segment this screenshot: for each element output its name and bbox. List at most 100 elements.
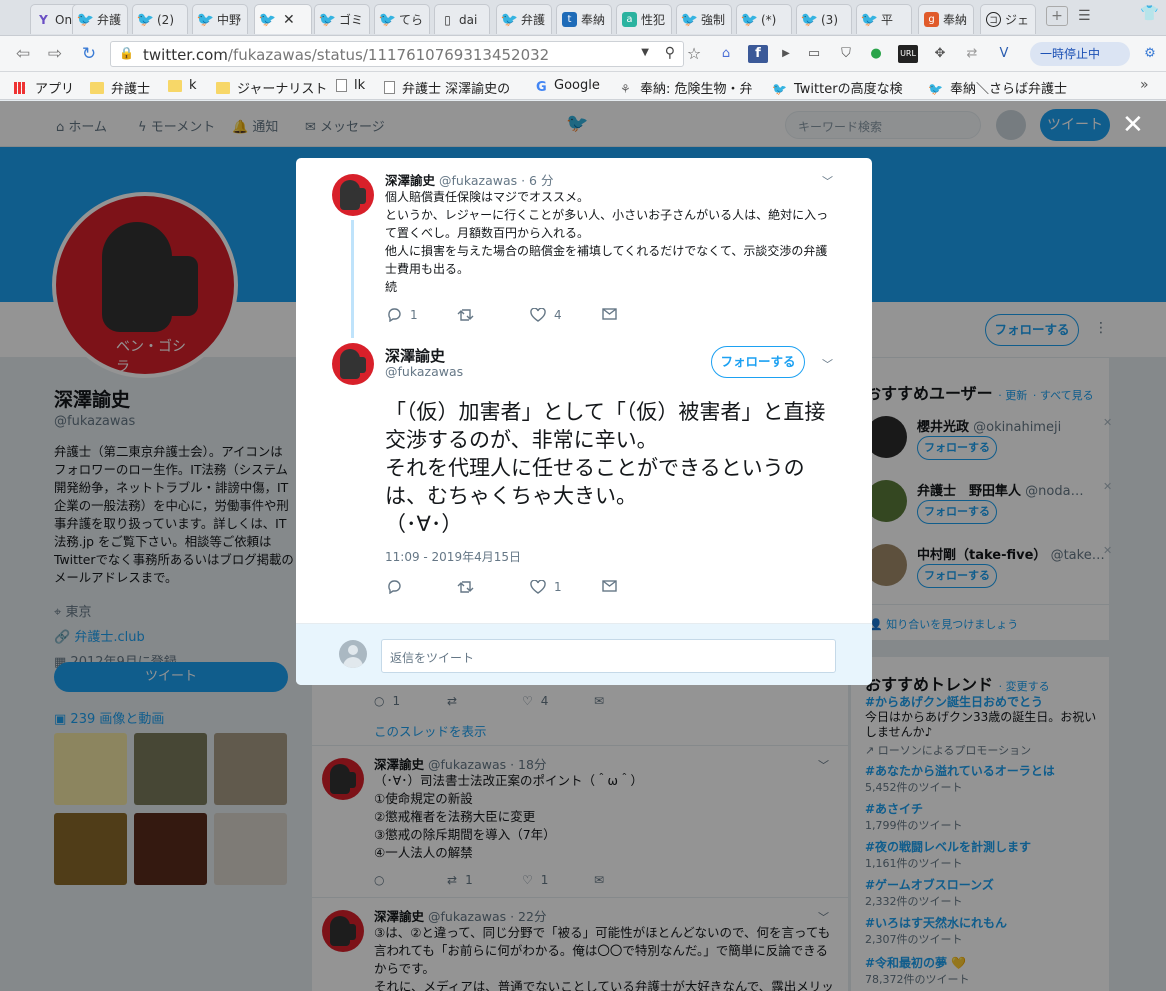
twitter-icon: 🐦 (800, 11, 819, 28)
new-tab-button[interactable]: + (1046, 6, 1068, 26)
browser-toolbar: ⇦ ⇨ ↻ 🔒 twitter.com/fukazawas/status/111… (0, 36, 1166, 72)
site-icon: a (622, 12, 637, 27)
browser-menu-icon[interactable]: ⚙ (1140, 45, 1160, 63)
reader-icon[interactable]: ▭ (804, 45, 824, 63)
zoom-icon[interactable]: ⚲ (665, 45, 675, 61)
vivaldi-icon[interactable]: V (994, 45, 1014, 63)
reply-input[interactable]: 返信をツイート (381, 639, 836, 673)
tweet-permalink-modal: 深澤諭史 @fukazawas · 6 分 ﹀ 個人賠償責任保険はマジでオススメ… (296, 158, 872, 685)
browser-tab-label: 弁護 (97, 13, 122, 27)
browser-tab[interactable]: 🐦 弁護 (72, 4, 128, 34)
browser-tab[interactable]: ▯ dai (434, 4, 490, 34)
browser-tab[interactable]: 🐦 (3) (796, 4, 852, 34)
back-arrow-icon[interactable]: ⇦ (12, 44, 34, 64)
bookmark-label: k (189, 78, 197, 93)
browser-tab[interactable]: a 性犯 (616, 4, 672, 34)
close-icon[interactable]: ✕ (1122, 112, 1144, 138)
browser-tab-strip: Y One 🐦 弁護 🐦 (2) 🐦 中野 🐦 ✕ 🐦 ゴミ 🐦 てら ▯ dai 🐦 弁護 t 奉納 a 性犯 🐦 強制 🐦(… (0, 0, 1166, 36)
close-tab-icon[interactable]: ✕ (283, 12, 295, 28)
tab-menu-icon[interactable]: ☰ (1078, 8, 1091, 24)
lock-icon: 🔒 (119, 46, 134, 60)
twitter-icon: 🐦 (928, 81, 943, 96)
bookmark-item[interactable]: 🐦 奉納＼さらば弁護士 (928, 78, 1068, 98)
theme-icon[interactable]: 👕 (1140, 4, 1159, 22)
main-tweet-text: 「（仮）加害者」として「（仮）被害者」と直接交渉するのが、非常に辛い。 それを代… (385, 400, 826, 536)
tweet-author-name[interactable]: 深澤諭史 (385, 345, 445, 366)
bookmark-label: 奉納: 危険生物・弁 (640, 82, 753, 97)
bookmark-item[interactable]: 弁護士 深澤諭史の (384, 78, 510, 97)
browser-tab[interactable]: 🐦 平 (856, 4, 912, 34)
bookmark-label: Twitterの高度な検 (794, 82, 903, 97)
browser-tab-label: 奉納 (943, 13, 968, 27)
home-icon[interactable]: ⌂ (716, 45, 736, 63)
reload-icon[interactable]: ↻ (78, 44, 100, 64)
chevron-down-icon[interactable]: ﹀ (822, 173, 833, 189)
bookmark-icon[interactable]: ⛉ (836, 45, 856, 63)
browser-tab[interactable]: 🐦 (*) (736, 4, 792, 34)
bookmark-item[interactable]: 弁護士 (90, 78, 150, 97)
bookmark-star-icon[interactable]: ☆ (684, 45, 704, 63)
document-icon (336, 79, 347, 92)
browser-tab[interactable]: t 奉納 (556, 4, 612, 34)
bookmarks-bar: アプリ 弁護士 k ジャーナリスト lk 弁護士 深澤諭史の G Google ⚘ 奉納: 危険生… (0, 72, 1166, 100)
site-icon: ⚘ (620, 81, 631, 96)
twitter-icon: 🐦 (680, 11, 699, 28)
bookmark-item[interactable]: ジャーナリスト (216, 78, 327, 97)
bookmark-item[interactable]: ⚘ 奉納: 危険生物・弁 (620, 78, 753, 98)
tweet-timestamp[interactable]: 11:09 - 2019年4月15日 (385, 548, 521, 565)
like-action[interactable]: 1 (530, 580, 562, 594)
like-action[interactable]: 4 (530, 308, 562, 322)
sync-paused-button[interactable]: 一時停止中 (1030, 42, 1130, 66)
site-icon: g (924, 12, 939, 27)
browser-tab[interactable]: 🐦 中野 (192, 4, 248, 34)
browser-tab-label: (2) (157, 12, 174, 27)
browser-tab[interactable]: コジェ (980, 4, 1036, 34)
browser-tab[interactable]: 🐦 ✕ (254, 4, 312, 34)
tweet-avatar[interactable] (332, 174, 374, 216)
tweet-author-handle[interactable]: @fukazawas (385, 364, 463, 379)
dm-action[interactable] (602, 308, 625, 320)
shuffle-icon[interactable]: ⇄ (962, 45, 982, 63)
browser-tab[interactable]: 🐦 強制 (676, 4, 732, 34)
browser-tab-label: 奉納 (581, 13, 606, 27)
bookmark-item[interactable]: アプリ (14, 78, 74, 97)
twitter-icon: 🐦 (860, 11, 879, 28)
move-icon[interactable]: ✥ (930, 45, 950, 63)
browser-tab-label: dai (459, 12, 478, 27)
bookmark-item[interactable]: k (168, 78, 197, 93)
browser-tab[interactable]: g 奉納 (918, 4, 974, 34)
reply-bar: 返信をツイート (296, 623, 872, 685)
bookmark-label: 奉納＼さらば弁護士 (950, 82, 1068, 97)
browser-tab[interactable]: 🐦 てら (374, 4, 430, 34)
bookmark-item[interactable]: 🐦 Twitterの高度な検 (772, 78, 903, 98)
reply-action[interactable] (387, 580, 410, 594)
document-icon (384, 81, 395, 94)
url-dropdown-icon[interactable]: ▼ (641, 47, 649, 58)
url-shortener-icon[interactable]: URL (898, 45, 918, 63)
evernote-icon[interactable]: ● (866, 45, 886, 63)
bookmark-item[interactable]: lk (336, 78, 365, 93)
browser-tab-label: 中野 (217, 13, 242, 27)
retweet-action[interactable] (457, 308, 482, 322)
tweet-avatar[interactable] (332, 343, 374, 385)
retweet-action[interactable] (457, 580, 482, 594)
dm-action[interactable] (602, 580, 625, 592)
more-bookmarks-icon[interactable]: » (1140, 77, 1149, 93)
browser-tab[interactable]: 🐦 (2) (132, 4, 188, 34)
browser-tab-label: てら (399, 13, 424, 27)
extension-arrow-icon[interactable]: ▶ (776, 45, 796, 63)
tweet-text: 個人賠償責任保険はマジでオススメ。 というか、レジャーに行くことが多い人、小さい… (385, 190, 829, 294)
chevron-down-icon[interactable]: ﹀ (822, 356, 833, 372)
reply-action[interactable]: 1 (387, 308, 418, 322)
address-bar[interactable]: 🔒 twitter.com/fukazawas/status/111761076… (110, 41, 684, 67)
follow-button[interactable]: フォローする (711, 346, 805, 378)
forward-arrow-icon[interactable]: ⇨ (44, 44, 66, 64)
bookmark-item[interactable]: G Google (536, 78, 600, 95)
browser-tab[interactable]: 🐦 弁護 (496, 4, 552, 34)
twitter-icon: 🐦 (196, 11, 215, 28)
browser-tab-label: 強制 (701, 13, 726, 27)
twitter-icon: 🐦 (500, 11, 519, 28)
facebook-extension-icon[interactable]: f (748, 45, 768, 63)
folder-icon (216, 81, 230, 94)
browser-tab[interactable]: 🐦 ゴミ (314, 4, 370, 34)
